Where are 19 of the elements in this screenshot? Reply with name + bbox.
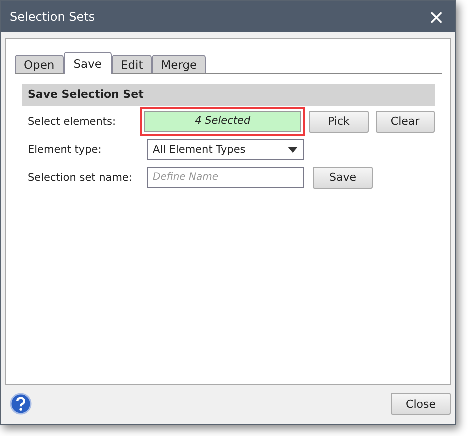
close-button[interactable]: Close — [391, 393, 451, 415]
tab[interactable]: Save — [64, 52, 112, 74]
caret-icon — [288, 146, 298, 152]
tab[interactable]: Merge — [152, 55, 206, 73]
button[interactable]: Pick — [309, 110, 369, 132]
field-label: Element type: — [27, 144, 103, 156]
help-icon[interactable] — [10, 393, 32, 415]
window-title: Selection Sets — [10, 10, 96, 24]
name-input-field[interactable]: Define Name — [147, 167, 304, 188]
field-label: Selection set name: — [27, 172, 134, 184]
section-header: Save Selection Set — [22, 84, 435, 106]
button[interactable]: Save — [313, 166, 373, 188]
field-label: Select elements: — [27, 116, 118, 128]
tab[interactable]: Edit — [112, 55, 152, 73]
tab[interactable]: Open — [15, 55, 64, 73]
selection-field[interactable]: 4 Selected — [144, 111, 302, 132]
dropdown[interactable]: All Element Types — [147, 139, 304, 160]
button[interactable]: Clear — [376, 110, 435, 132]
close-button[interactable]: × — [424, 6, 449, 26]
